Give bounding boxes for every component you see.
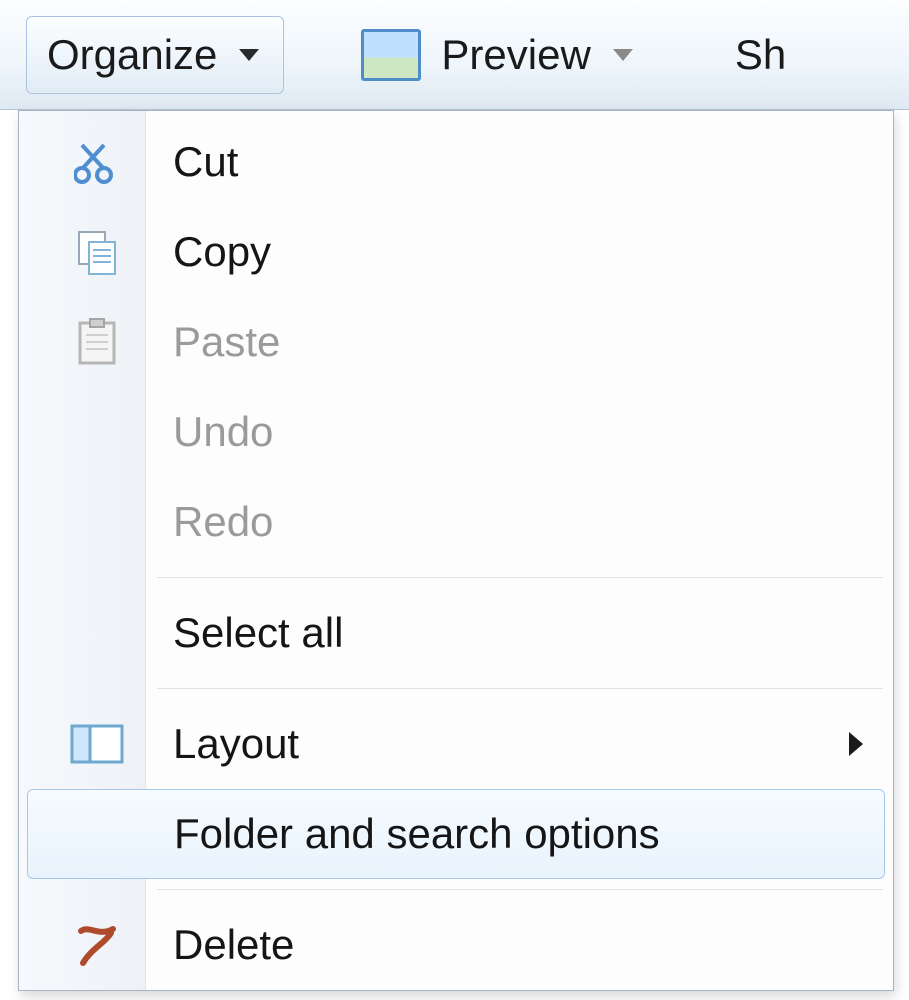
menu-item-label: Delete xyxy=(145,921,294,969)
menu-item-folder-search-options[interactable]: Folder and search options xyxy=(27,789,885,879)
organize-menu: Cut Copy Paste xyxy=(18,110,894,991)
submenu-arrow-icon xyxy=(849,732,863,756)
menu-item-layout[interactable]: Layout xyxy=(19,699,893,789)
menu-item-undo: Undo xyxy=(19,387,893,477)
menu-item-label: Cut xyxy=(145,138,238,186)
menu-item-label: Redo xyxy=(145,498,273,546)
menu-item-paste: Paste xyxy=(19,297,893,387)
menu-item-redo: Redo xyxy=(19,477,893,567)
explorer-toolbar: Organize Preview Sh xyxy=(0,0,909,110)
scissors-icon xyxy=(49,139,145,185)
menu-item-label: Undo xyxy=(145,408,273,456)
menu-item-label: Paste xyxy=(145,318,280,366)
menu-separator xyxy=(157,688,883,689)
delete-x-icon xyxy=(49,923,145,967)
preview-label: Preview xyxy=(441,34,590,76)
menu-item-copy[interactable]: Copy xyxy=(19,207,893,297)
organize-label: Organize xyxy=(47,34,217,76)
organize-button[interactable]: Organize xyxy=(26,16,284,94)
layout-icon xyxy=(49,722,145,766)
menu-item-label: Layout xyxy=(145,720,299,768)
dropdown-caret-icon xyxy=(613,49,633,61)
partial-button[interactable]: Sh xyxy=(714,16,787,94)
photo-preview-icon xyxy=(361,29,421,81)
preview-button[interactable]: Preview xyxy=(340,16,657,94)
menu-separator xyxy=(157,577,883,578)
dropdown-caret-icon xyxy=(239,49,259,61)
menu-separator xyxy=(157,889,883,890)
menu-item-label: Folder and search options xyxy=(146,810,660,858)
menu-item-label: Copy xyxy=(145,228,271,276)
menu-item-label: Select all xyxy=(145,609,343,657)
menu-item-select-all[interactable]: Select all xyxy=(19,588,893,678)
copy-icon xyxy=(49,228,145,276)
partial-label: Sh xyxy=(735,34,786,76)
menu-item-delete[interactable]: Delete xyxy=(19,900,893,990)
menu-item-cut[interactable]: Cut xyxy=(19,117,893,207)
clipboard-icon xyxy=(49,317,145,367)
